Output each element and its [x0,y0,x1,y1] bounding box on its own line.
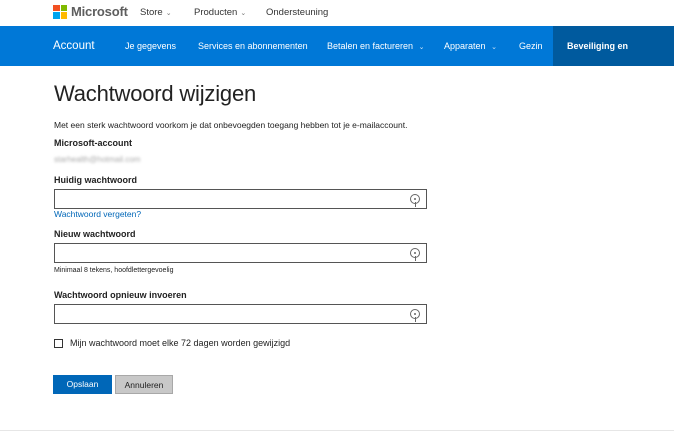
account-email: starhealth@hotmail.com [54,155,141,164]
brand-name: Microsoft [71,4,128,19]
nav-apparaten[interactable]: Apparaten ⌄ [444,26,497,66]
nav-store[interactable]: Store ⌄ [140,7,172,18]
forgot-password-link[interactable]: Wachtwoord vergeten? [54,209,141,219]
top-header: Microsoft Store ⌄ Producten ⌄ Ondersteun… [0,0,674,26]
microsoft-logo[interactable]: Microsoft [53,4,128,19]
repeat-password-input[interactable] [54,304,427,324]
nav-ondersteuning-label: Ondersteuning [266,7,329,18]
reveal-password-icon[interactable] [410,248,420,261]
nav-betalen-label: Betalen en factureren [327,41,414,51]
nav-beveiliging-privacy[interactable]: Beveiliging en privacy [553,26,674,91]
chevron-down-icon: ⌄ [491,44,497,51]
new-password-label: Nieuw wachtwoord [54,229,136,239]
nav-je-gegevens[interactable]: Je gegevens [125,26,176,66]
nav-services-abonnementen[interactable]: Services en abonnementen [198,26,308,66]
new-password-input[interactable] [54,243,427,263]
intro-text: Met een sterk wachtwoord voorkom je dat … [54,120,408,130]
chevron-down-icon: ⌄ [418,44,425,51]
nav-gezin[interactable]: Gezin [519,26,543,66]
footer-divider [0,430,674,431]
repeat-password-label: Wachtwoord opnieuw invoeren [54,290,187,300]
reveal-password-icon[interactable] [410,194,420,207]
nav-betalen-factureren[interactable]: Betalen en factureren ⌄ [327,26,424,66]
nav-producten[interactable]: Producten ⌄ [194,7,246,18]
microsoft-logo-icon [53,4,67,19]
reveal-password-icon[interactable] [410,309,420,322]
current-password-label: Huidig wachtwoord [54,175,137,185]
expire-password-label[interactable]: Mijn wachtwoord moet elke 72 dagen worde… [70,338,290,348]
current-password-input[interactable] [54,189,427,209]
nav-store-label: Store [140,7,163,18]
nav-producten-label: Producten [194,7,238,18]
chevron-down-icon: ⌄ [165,9,172,17]
expire-password-checkbox[interactable] [54,338,63,348]
account-label: Microsoft-account [54,138,133,148]
chevron-down-icon: ⌄ [240,9,247,17]
new-password-hint: Minimaal 8 tekens, hoofdlettergevoelig [54,267,174,274]
nav-apparaten-label: Apparaten [444,41,486,51]
nav-ondersteuning[interactable]: Ondersteuning [266,7,328,18]
expire-password-option[interactable]: Mijn wachtwoord moet elke 72 dagen worde… [54,338,290,348]
account-nav: Account Je gegevens Services en abonneme… [0,26,674,91]
page-title: Wachtwoord wijzigen [54,81,257,106]
save-button[interactable]: Opslaan [53,375,112,394]
account-home-link[interactable]: Account [53,26,95,66]
cancel-button[interactable]: Annuleren [115,375,173,394]
